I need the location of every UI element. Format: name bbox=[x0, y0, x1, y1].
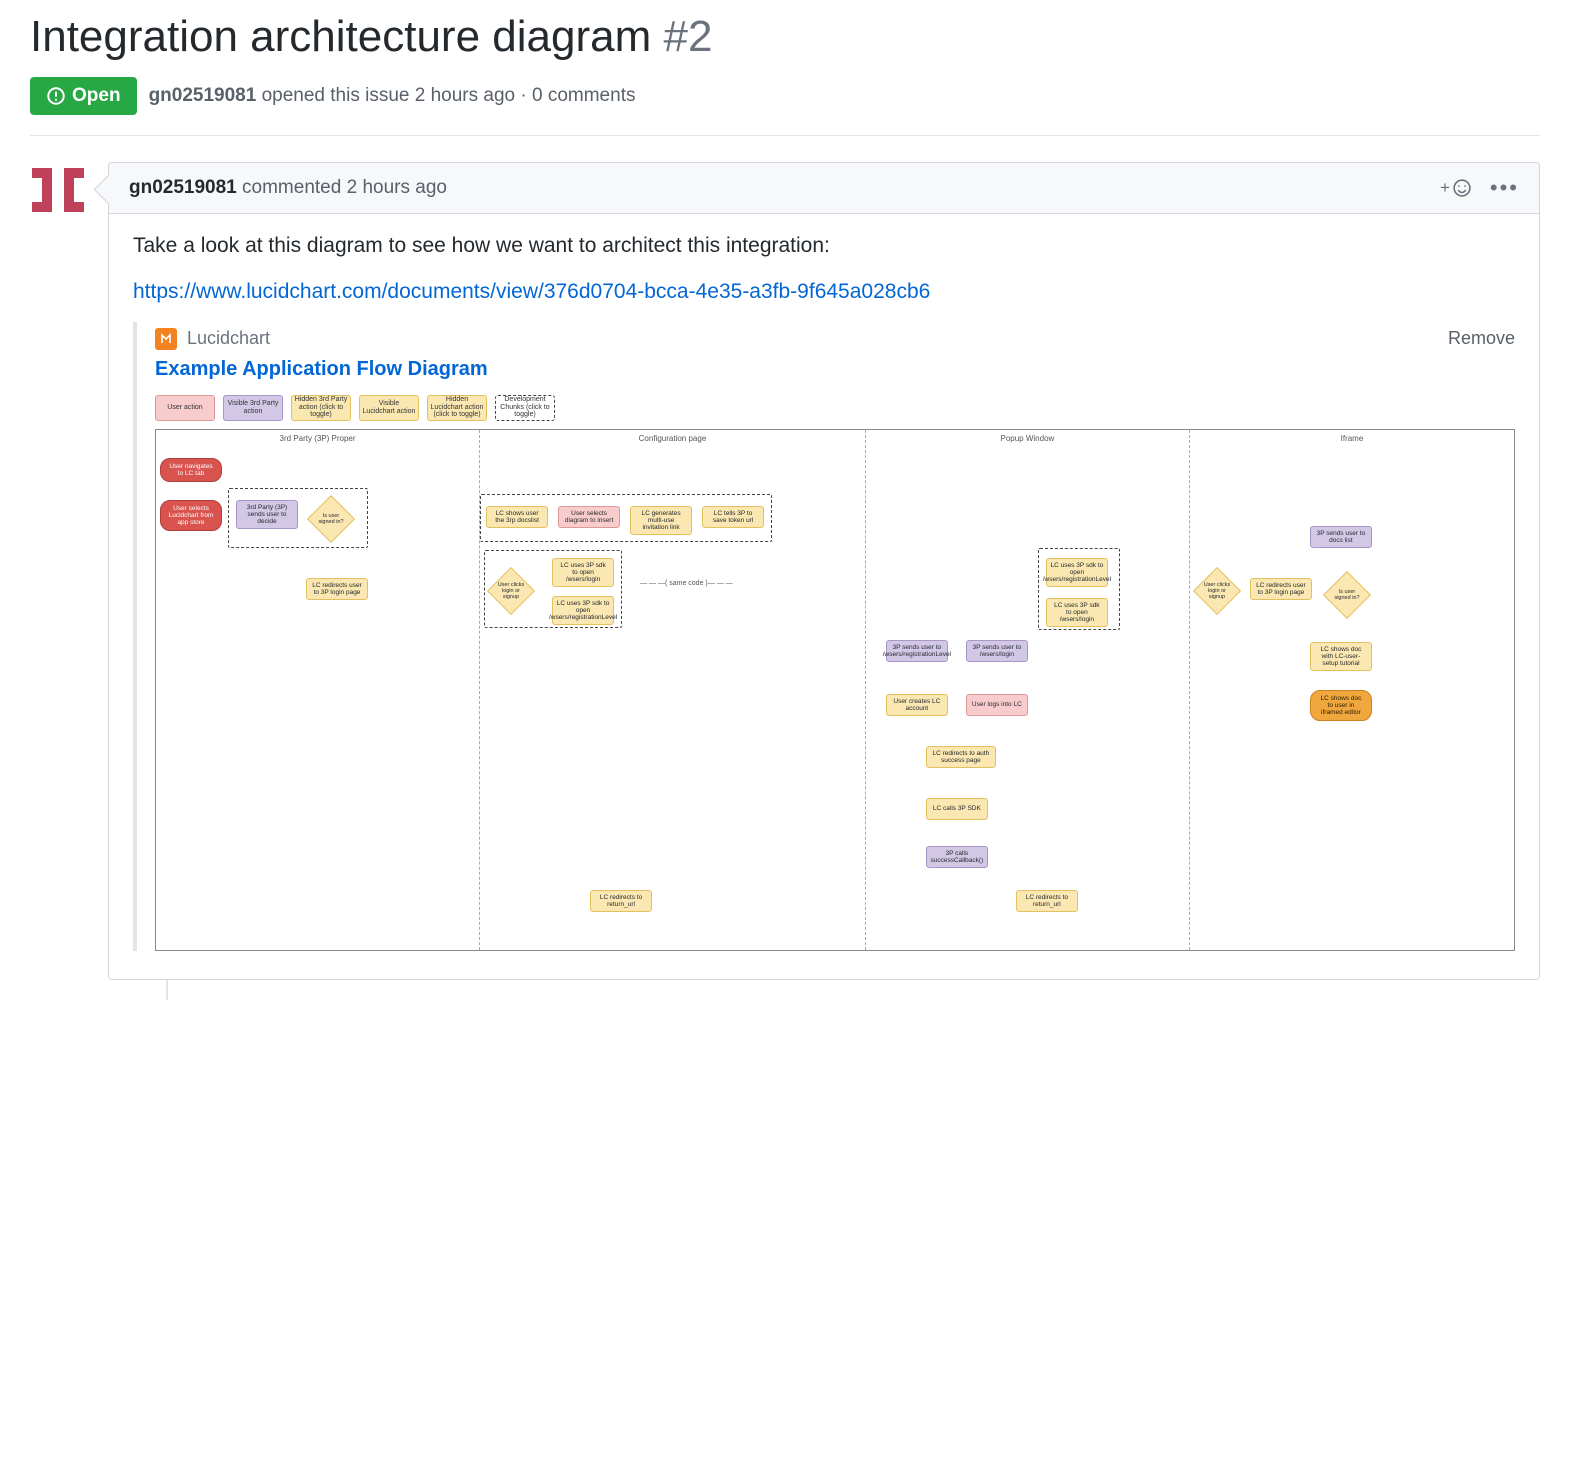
issue-title-row: Integration architecture diagram #2 bbox=[30, 12, 1540, 63]
swimlanes: 3rd Party (3P) Proper User navigates to … bbox=[155, 429, 1515, 951]
comment-thread: gn02519081 commented 2 hours ago + ••• bbox=[30, 162, 1540, 980]
state-badge: Open bbox=[30, 77, 137, 115]
node-start1: User navigates to LC tab bbox=[160, 458, 222, 482]
group-3 bbox=[484, 550, 622, 628]
group-2 bbox=[480, 494, 772, 542]
smiley-icon bbox=[1452, 178, 1472, 198]
node-sends-reg: 3P sends user to /wsers/registrationLeve… bbox=[886, 640, 948, 662]
node-return1: LC redirects to return_url bbox=[590, 890, 652, 912]
node-logs-in: User logs into LC bbox=[966, 694, 1028, 716]
node-redirect-login: LC redirects user to 3P login page bbox=[306, 578, 368, 600]
plus-icon: + bbox=[1440, 178, 1450, 198]
comment-text: Take a look at this diagram to see how w… bbox=[133, 234, 1515, 258]
legend-dev-chunks: Development Chunks (click to toggle) bbox=[495, 395, 555, 421]
node-par-signed: Is user signed in? bbox=[1323, 571, 1371, 619]
node-shows-doc: LC shows doc with LC-user-setup tutorial bbox=[1310, 642, 1372, 671]
document-link[interactable]: https://www.lucidchart.com/documents/vie… bbox=[133, 280, 930, 303]
lane4-title: Iframe bbox=[1196, 434, 1508, 443]
lane2-title: Configuration page bbox=[486, 434, 859, 443]
unfurl-header: Lucidchart Remove bbox=[155, 328, 1515, 350]
comment-actions: + ••• bbox=[1440, 177, 1519, 199]
issue-byline: gn02519081 opened this issue 2 hours ago… bbox=[149, 85, 636, 107]
unfurl-remove-button[interactable]: Remove bbox=[1448, 328, 1515, 349]
comment-header: gn02519081 commented 2 hours ago + ••• bbox=[109, 163, 1539, 214]
comment-byline: gn02519081 commented 2 hours ago bbox=[129, 177, 447, 199]
issue-title-text: Integration architecture diagram bbox=[30, 12, 651, 61]
timeline-tail bbox=[166, 980, 1540, 1000]
unfurl-title-link[interactable]: Example Application Flow Diagram bbox=[155, 358, 1515, 381]
node-auth-success: LC redirects to auth success page bbox=[926, 746, 996, 768]
node-sends-docslist: 3P sends user to docs list bbox=[1310, 526, 1372, 548]
node-start2: User selects Lucidchart from app store bbox=[160, 500, 222, 531]
lane-popup-window: Popup Window 3P sends user to /wsers/reg… bbox=[866, 430, 1190, 950]
comment-author[interactable]: gn02519081 bbox=[129, 177, 237, 198]
issue-meta-row: Open gn02519081 opened this issue 2 hour… bbox=[30, 77, 1540, 136]
legend-visible-3p: Visible 3rd Party action bbox=[223, 395, 283, 421]
issue-title: Integration architecture diagram #2 bbox=[30, 12, 1540, 63]
avatar[interactable] bbox=[30, 162, 86, 218]
lane-3p-proper: 3rd Party (3P) Proper User navigates to … bbox=[156, 430, 480, 950]
node-par-login: User clicks login or signup bbox=[1193, 567, 1241, 615]
opened-meta: opened this issue 2 hours ago · 0 commen… bbox=[262, 85, 636, 106]
lane-config-page: Configuration page LC shows user the 3rp… bbox=[480, 430, 866, 950]
node-calls-sdk: LC calls 3P SDK bbox=[926, 798, 988, 820]
legend-hidden-lc: Hidden Lucidchart action (click to toggl… bbox=[427, 395, 487, 421]
comment-body: Take a look at this diagram to see how w… bbox=[109, 214, 1539, 979]
group-4 bbox=[1038, 548, 1120, 630]
diagram-preview[interactable]: User action Visible 3rd Party action Hid… bbox=[155, 391, 1515, 951]
node-sends-login: 3P sends user to /wsers/login bbox=[966, 640, 1028, 662]
comment-time[interactable]: 2 hours ago bbox=[347, 177, 447, 198]
node-par-redirect: LC redirects user to 3P login page bbox=[1250, 578, 1312, 600]
add-reaction-button[interactable]: + bbox=[1440, 178, 1472, 198]
node-return2: LC redirects to return_url bbox=[1016, 890, 1078, 912]
author-link[interactable]: gn02519081 bbox=[149, 85, 257, 106]
issue-open-icon bbox=[46, 86, 66, 106]
unfurl-source: Lucidchart bbox=[187, 328, 270, 349]
node-end: LC shows doc to user in iframed editor bbox=[1310, 690, 1372, 721]
legend-visible-lc: Visible Lucidchart action bbox=[359, 395, 419, 421]
state-label: Open bbox=[72, 85, 121, 107]
comment-action: commented bbox=[242, 177, 341, 198]
lane-iframe: Iframe 3P sends user to docs list User c… bbox=[1190, 430, 1514, 950]
legend-user-action: User action bbox=[155, 395, 215, 421]
comment-card: gn02519081 commented 2 hours ago + ••• bbox=[108, 162, 1540, 980]
link-unfurl: Lucidchart Remove Example Application Fl… bbox=[133, 322, 1515, 951]
issue-number: #2 bbox=[663, 12, 712, 61]
legend-hidden-3p: Hidden 3rd Party action (click to toggle… bbox=[291, 395, 351, 421]
lucidchart-logo-icon bbox=[155, 328, 177, 350]
comment-menu-button[interactable]: ••• bbox=[1490, 177, 1519, 199]
diagram-legend: User action Visible 3rd Party action Hid… bbox=[155, 395, 1515, 421]
node-creates-acct: User creates LC account bbox=[886, 694, 948, 716]
lane1-title: 3rd Party (3P) Proper bbox=[162, 434, 473, 443]
lane3-title: Popup Window bbox=[872, 434, 1183, 443]
group-1 bbox=[228, 488, 368, 548]
node-calls-cb: 3P calls successCallback() bbox=[926, 846, 988, 868]
note-same-code: — — —( same code )— — — bbox=[640, 580, 733, 587]
